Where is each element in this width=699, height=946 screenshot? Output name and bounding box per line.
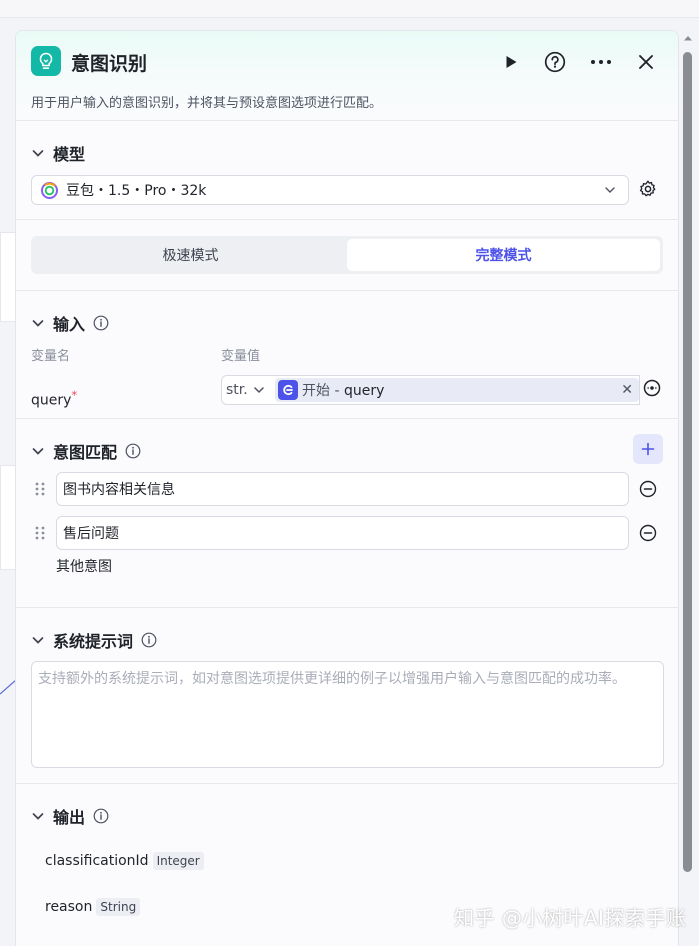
variable-type-select[interactable]: str.	[221, 375, 273, 405]
chevron-down-icon	[32, 150, 44, 157]
doubao-logo-icon	[41, 181, 58, 199]
watermark: 知乎 @小树叶AI探索手账	[454, 906, 687, 930]
chevron-down-icon	[32, 637, 44, 644]
input-section: 输入 变量名 变量值 query* str. 开始 - query ✕	[16, 291, 678, 419]
variable-reference-text: 开始 - query	[302, 380, 384, 400]
node-config-panel: 意图识别 用于用户输入的意图识别，并将其与预设意图选项进行匹配。 模型 豆包・1…	[15, 30, 679, 946]
output-section-header[interactable]: 输出	[31, 804, 109, 828]
output-field-name: reason	[45, 899, 93, 915]
play-icon	[506, 56, 517, 68]
ref-source: 开始	[302, 383, 330, 399]
intent-section: 意图匹配 图书内容相关信息 售后问题 其他意图	[16, 419, 678, 608]
output-field: reason String	[45, 898, 141, 916]
help-button[interactable]	[542, 49, 568, 75]
intent-item: 售后问题	[34, 516, 657, 550]
intent-item: 图书内容相关信息	[34, 472, 657, 506]
required-mark: *	[71, 388, 78, 402]
chevron-down-icon	[605, 187, 615, 193]
section-title: 意图匹配	[53, 443, 118, 462]
variable-name-text: query	[31, 392, 72, 409]
system-prompt-section: 系统提示词 支持额外的系统提示词，如对意图选项提供更详细的例子以增强用户输入与意…	[16, 608, 678, 784]
run-button[interactable]	[498, 49, 524, 75]
info-icon[interactable]	[141, 632, 157, 648]
start-node-icon	[278, 380, 298, 400]
chevron-down-icon	[253, 387, 264, 394]
clear-icon[interactable]: ✕	[621, 382, 633, 398]
canvas-connector	[0, 679, 16, 695]
system-prompt-textarea[interactable]: 支持额外的系统提示词，如对意图选项提供更详细的例子以增强用户输入与意图匹配的成功…	[31, 661, 664, 768]
section-title: 系统提示词	[53, 632, 134, 651]
lightbulb-icon	[31, 46, 61, 76]
info-icon[interactable]	[125, 443, 141, 459]
canvas-topbar	[0, 0, 699, 18]
model-name: 豆包・1.5・Pro・32k	[66, 183, 207, 199]
scroll-up-arrow-icon[interactable]	[683, 34, 693, 42]
column-label-value: 变量值	[221, 349, 261, 364]
close-button[interactable]	[633, 49, 659, 75]
plus-icon	[641, 442, 655, 456]
chevron-down-icon	[32, 320, 44, 327]
variable-type: str.	[226, 382, 248, 398]
intent-input[interactable]: 售后问题	[56, 516, 629, 550]
panel-title: 意图识别	[71, 53, 148, 75]
mode-switch: 极速模式 完整模式	[31, 236, 663, 274]
remove-circle-icon[interactable]	[639, 480, 657, 498]
panel-header: 意图识别 用于用户输入的意图识别，并将其与预设意图选项进行匹配。	[16, 31, 678, 121]
target-select-icon[interactable]	[643, 379, 661, 397]
variable-name: query*	[31, 388, 77, 409]
model-select[interactable]: 豆包・1.5・Pro・32k	[31, 175, 629, 205]
mode-section: 极速模式 完整模式	[16, 220, 678, 291]
info-icon[interactable]	[93, 315, 109, 331]
output-field-name: classificationId	[45, 853, 149, 869]
close-icon	[639, 55, 653, 69]
section-title: 输入	[53, 315, 86, 334]
info-icon[interactable]	[93, 808, 109, 824]
more-button[interactable]	[588, 49, 614, 75]
drag-handle-icon[interactable]	[34, 481, 46, 497]
ref-variable: query	[343, 383, 385, 399]
system-prompt-section-header[interactable]: 系统提示词	[31, 628, 157, 652]
chevron-down-icon	[32, 813, 44, 820]
drag-handle-icon[interactable]	[34, 525, 46, 541]
input-section-header[interactable]: 输入	[31, 311, 109, 335]
model-section: 模型 豆包・1.5・Pro・32k	[16, 121, 678, 220]
column-label-name: 变量名	[31, 349, 71, 364]
remove-circle-icon[interactable]	[639, 524, 657, 542]
output-field: classificationId Integer	[45, 852, 204, 870]
variable-reference-tag: 开始 - query	[275, 378, 639, 402]
model-section-header[interactable]: 模型	[31, 141, 85, 165]
tab-fast-mode[interactable]: 极速模式	[34, 239, 347, 271]
chevron-down-icon	[32, 448, 44, 455]
settings-gear-icon[interactable]	[638, 179, 658, 199]
intent-input[interactable]: 图书内容相关信息	[56, 472, 629, 506]
tab-full-mode[interactable]: 完整模式	[347, 239, 660, 271]
ref-separator: -	[330, 383, 344, 399]
intent-section-header[interactable]: 意图匹配	[31, 439, 141, 463]
help-icon	[544, 51, 566, 73]
canvas-node-card	[0, 465, 16, 570]
add-intent-button[interactable]	[633, 434, 663, 464]
section-title: 模型	[53, 145, 86, 164]
canvas-node-card	[0, 232, 16, 322]
output-field-type: Integer	[152, 852, 204, 870]
output-field-type: String	[96, 898, 141, 916]
variable-reference-field[interactable]: 开始 - query ✕	[272, 375, 640, 405]
more-icon	[591, 60, 611, 64]
scrollbar-thumb[interactable]	[683, 52, 692, 872]
panel-description: 用于用户输入的意图识别，并将其与预设意图选项进行匹配。	[31, 96, 383, 111]
other-intent-label: 其他意图	[56, 559, 112, 575]
section-title: 输出	[53, 808, 86, 827]
